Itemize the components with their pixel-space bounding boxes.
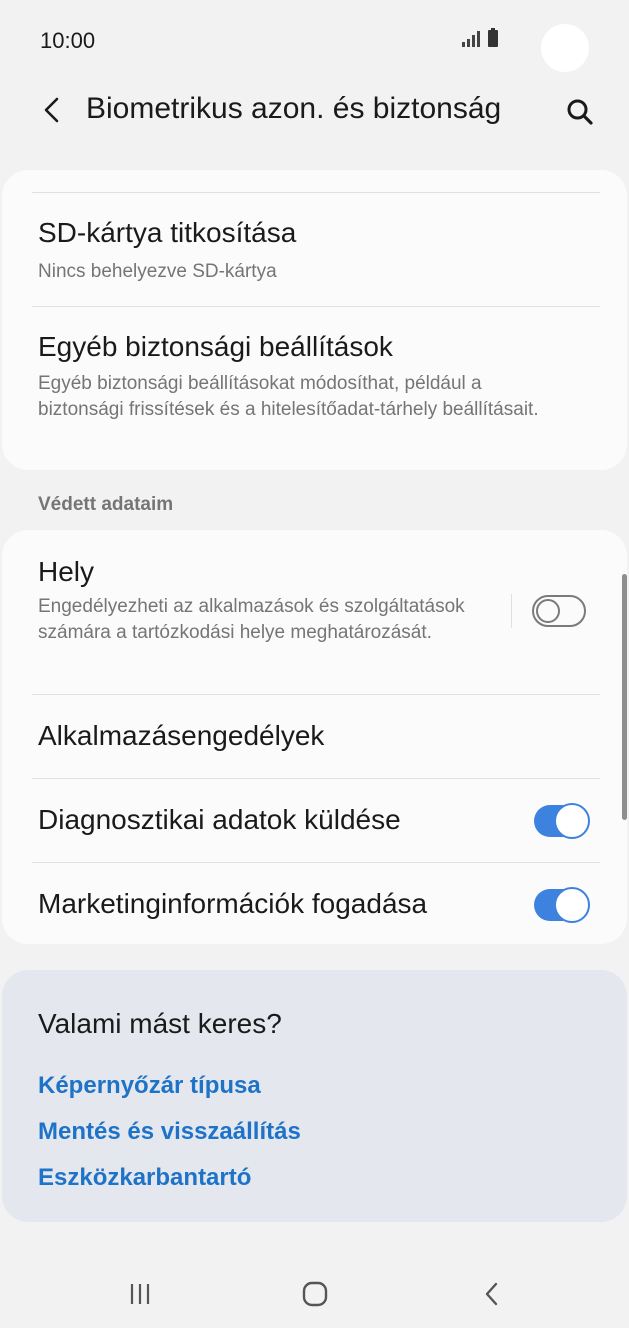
item-subtitle: Egyéb biztonsági beállításokat módosítha… [38,373,539,420]
status-icons [462,28,498,47]
search-button[interactable] [560,92,600,132]
nav-back-icon [485,1282,498,1306]
item-subtitle: Engedélyezheti az alkalmazások és szolgá… [38,596,465,643]
back-button[interactable] [34,92,70,128]
item-title: Hely [38,556,95,587]
privacy-card: Hely Engedélyezheti az alkalmazások és s… [2,530,627,944]
item-title: Diagnosztikai adatok küldése [38,804,401,835]
search-icon [567,99,593,125]
sd-card-encryption-item[interactable]: SD-kártya titkosítása Nincs behelyezve S… [2,193,627,305]
item-title: SD-kártya titkosítása [38,217,297,248]
toggle-separator [511,594,512,628]
app-bar: Biometrikus azon. és biztonság [0,80,629,140]
item-subtitle: Nincs behelyezve SD-kártya [38,261,277,282]
app-permissions-item[interactable]: Alkalmazásengedélyek [2,695,627,777]
camera-cutout [541,24,589,72]
suggestions-card: Valami mást keres? Képernyőzár típusa Me… [2,970,627,1222]
scroll-indicator[interactable] [622,574,627,820]
suggestions-title: Valami mást keres? [38,1008,282,1039]
navigation-bar [0,1260,629,1328]
battery-icon [488,28,498,47]
location-toggle[interactable] [532,595,586,627]
link-backup-restore[interactable]: Mentés és visszaállítás [38,1118,301,1146]
home-icon [302,1281,328,1307]
link-device-care[interactable]: Eszközkarbantartó [38,1164,251,1192]
status-time: 10:00 [40,28,96,53]
section-header: Védett adataim [38,494,174,515]
item-title: Alkalmazásengedélyek [38,720,325,751]
page-title: Biometrikus azon. és biztonság [86,92,502,125]
security-settings-card: SD-kártya titkosítása Nincs behelyezve S… [2,170,627,470]
other-security-settings-item[interactable]: Egyéb biztonsági beállítások Egyéb bizto… [2,307,627,467]
home-button[interactable] [285,1268,345,1320]
diagnostic-data-toggle[interactable] [534,803,590,839]
item-title: Marketinginformációk fogadása [38,888,428,919]
marketing-info-toggle[interactable] [534,887,590,923]
item-title: Egyéb biztonsági beállítások [38,331,393,362]
status-bar: 10:00 [0,0,629,80]
signal-icon [462,30,480,47]
nav-back-button[interactable] [462,1268,522,1320]
back-arrow-icon [44,97,59,123]
link-screen-lock-type[interactable]: Képernyőzár típusa [38,1072,261,1100]
recents-button[interactable] [110,1268,170,1320]
recents-icon [130,1284,150,1304]
